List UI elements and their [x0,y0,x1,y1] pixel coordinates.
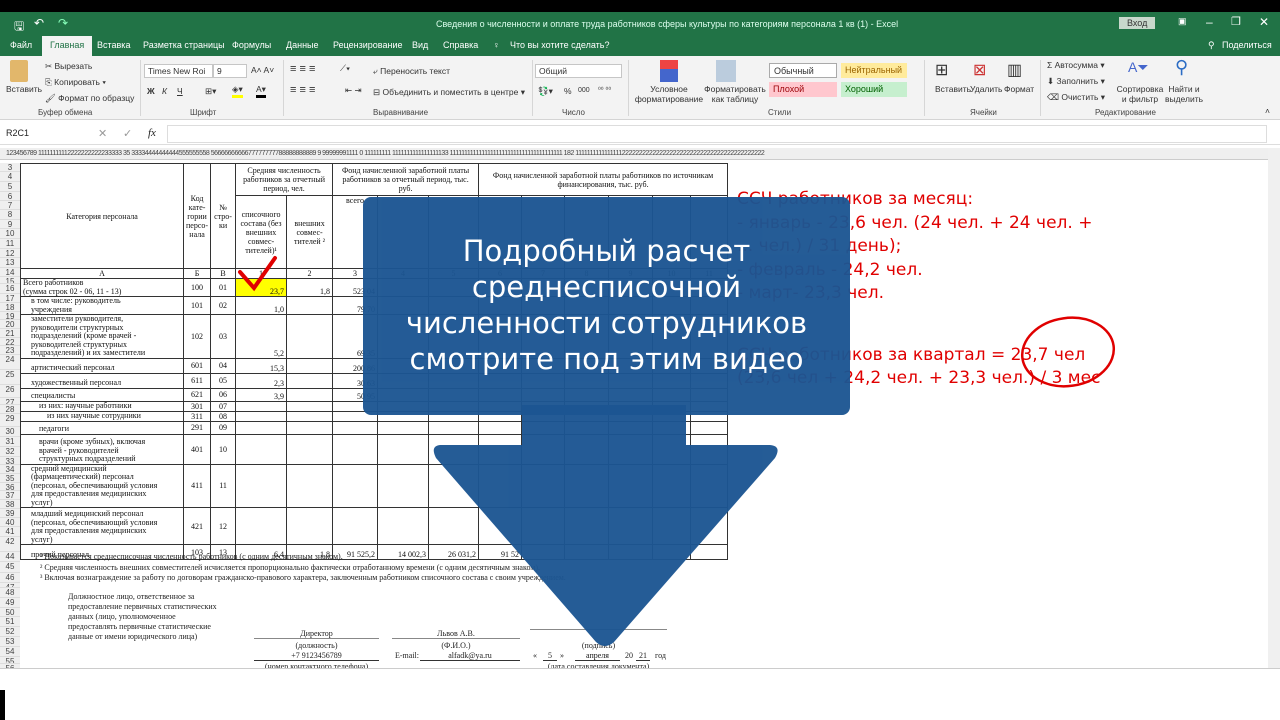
overlay-line: Подробный расчет [462,234,751,268]
checkmark-icon [238,256,277,292]
overlay-line: среднесписочной [471,270,742,304]
circle-annotation [1020,316,1116,388]
video-overlay-banner: Подробный расчет среднесписочной численн… [363,197,850,415]
overlay-line: смотрите под этим видео [409,342,804,376]
overlay-line: численности сотрудников [405,306,808,340]
down-arrow-icon [433,405,778,646]
date-month: апреля [575,651,620,661]
